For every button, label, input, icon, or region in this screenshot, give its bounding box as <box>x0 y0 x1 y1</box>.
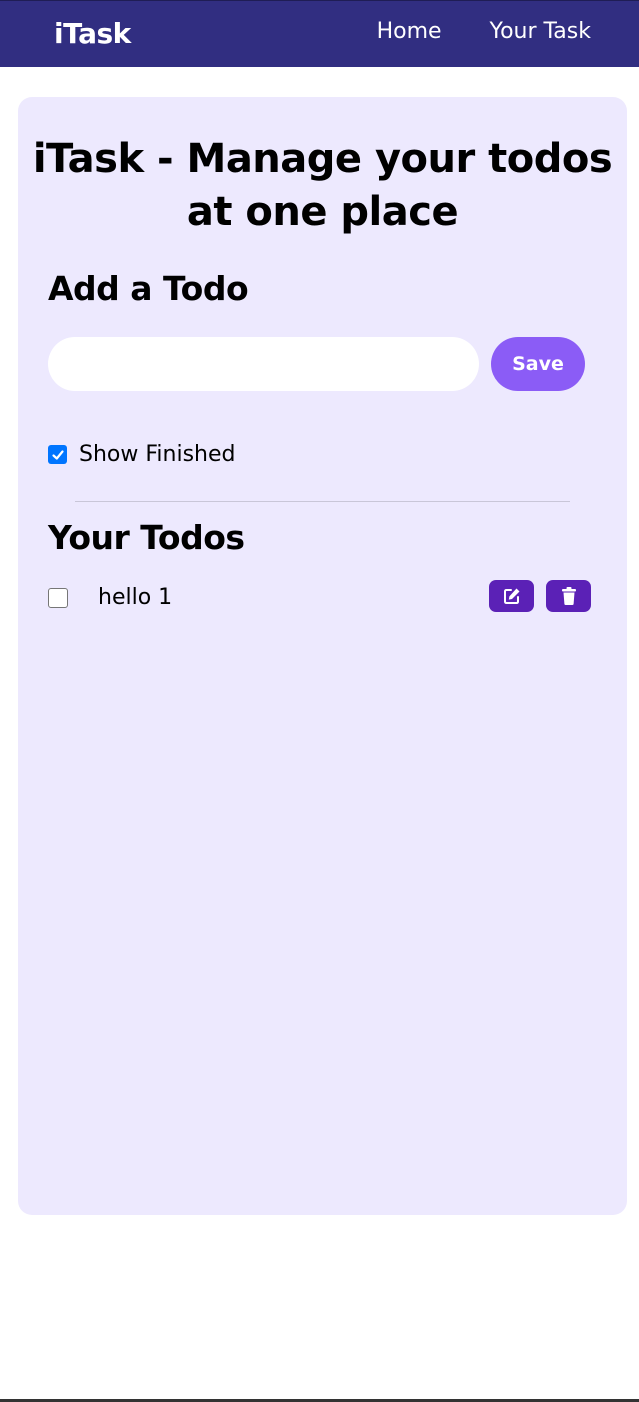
brand-logo[interactable]: iTask <box>54 17 131 50</box>
delete-button[interactable] <box>546 580 591 612</box>
checkmark-icon <box>51 449 64 460</box>
todo-complete-checkbox[interactable] <box>48 588 68 608</box>
edit-icon <box>503 588 519 604</box>
edit-button[interactable] <box>489 580 534 612</box>
todo-input[interactable] <box>48 337 479 391</box>
trash-icon <box>561 587 576 605</box>
show-finished-checkbox[interactable] <box>48 445 67 464</box>
page-title: iTask - Manage your todos at one place <box>32 136 613 235</box>
add-todo-heading: Add a Todo <box>48 269 249 308</box>
your-todos-heading: Your Todos <box>48 518 245 557</box>
todo-item: hello 1 <box>48 579 591 617</box>
show-finished-toggle[interactable]: Show Finished <box>48 442 235 467</box>
show-finished-label: Show Finished <box>79 442 236 467</box>
nav-link-home[interactable]: Home <box>377 19 442 44</box>
nav-link-your-task[interactable]: Your Task <box>490 19 591 44</box>
divider <box>75 501 570 502</box>
save-button[interactable]: Save <box>491 337 585 391</box>
todo-text: hello 1 <box>98 585 173 610</box>
navbar: iTask Home Your Task <box>0 0 639 67</box>
nav-links: Home Your Task <box>377 19 591 44</box>
main-card: iTask - Manage your todos at one place A… <box>18 97 627 1215</box>
